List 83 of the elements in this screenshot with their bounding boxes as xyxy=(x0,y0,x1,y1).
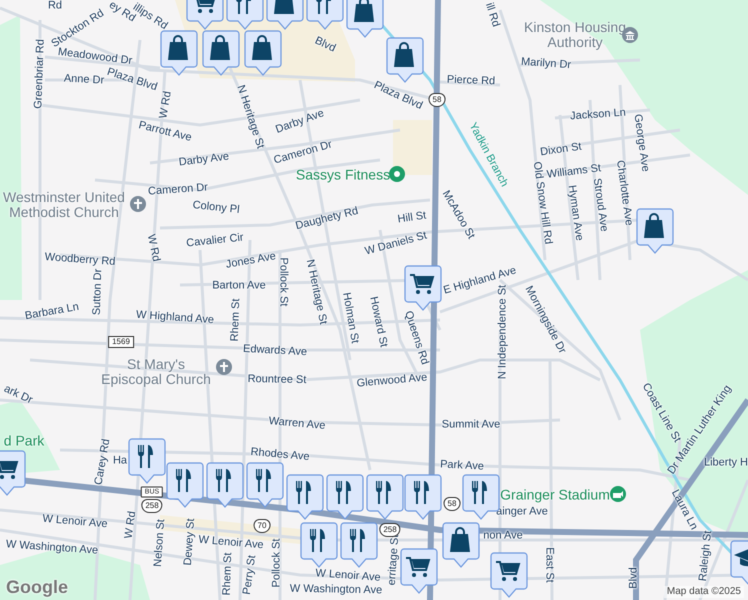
street-label: Darby Ave xyxy=(274,108,326,136)
street-label: Darby Ave xyxy=(178,151,230,169)
street-label: Rhodes Ave xyxy=(250,446,310,464)
street-label: Rountree St xyxy=(248,374,306,386)
street-label: W Lenoir Ave xyxy=(198,534,264,552)
street-label: W Daniels St xyxy=(364,230,428,258)
street-label: Hyman Ave xyxy=(566,184,584,242)
place-label: Grainger Stadium xyxy=(500,488,610,502)
route-shield: 258 xyxy=(141,499,163,513)
street-label: Carey Rd xyxy=(94,438,112,486)
street-label: ainger Ave xyxy=(496,506,548,518)
street-label: George Ave xyxy=(632,114,650,172)
street-label: W Lenoir Ave xyxy=(42,514,108,530)
street-label: Rd xyxy=(48,0,62,12)
street-label: ark Dr xyxy=(2,384,34,406)
street-label: East St xyxy=(544,547,554,583)
route-shield: 58 xyxy=(428,93,446,107)
street-label: Raleigh St xyxy=(698,530,714,582)
street-label: Cavalier Cir xyxy=(186,232,244,250)
street-label: W Rd xyxy=(124,510,138,540)
google-logo[interactable]: Google xyxy=(6,578,68,596)
street-label: Stroud Ave xyxy=(590,178,610,232)
street-label: W Washington Ave xyxy=(290,584,382,596)
street-label: N Independence St xyxy=(498,284,508,380)
route-shield: 58 xyxy=(444,497,460,511)
street-label: W Highland Ave xyxy=(136,310,214,326)
street-label: Summit Ave xyxy=(442,420,500,430)
street-label: Rhem St xyxy=(222,552,234,596)
street-label: Laura Ln xyxy=(668,488,700,532)
street-label: Cameron Dr xyxy=(272,139,334,167)
route-shield: 1569 xyxy=(108,336,134,348)
place-label: Westminster United Methodist Church xyxy=(3,190,125,220)
street-label: Barbara Ln xyxy=(24,302,80,322)
street-label: Charlotte Ave xyxy=(614,160,634,226)
street-label: W Rd xyxy=(144,233,162,263)
street-label: Blvd xyxy=(628,567,640,589)
place-label: St Mary's Episcopal Church xyxy=(101,356,211,386)
street-label: W Washington Ave xyxy=(6,539,98,557)
street-label: Barton Ave xyxy=(212,280,266,292)
street-label: Holman St xyxy=(340,292,360,344)
street-label: Woodberry Rd xyxy=(44,252,116,268)
street-label: Liberty H xyxy=(704,458,748,468)
street-label: Pollock St xyxy=(278,258,288,306)
street-label: Warren Ave xyxy=(268,416,326,432)
street-label: Anne Dr xyxy=(64,73,104,87)
street-label: Pierce Rd xyxy=(446,74,496,88)
street-label: Meadowood Dr xyxy=(57,47,133,67)
street-label: Daughety Rd xyxy=(294,206,360,232)
place-label: Sassys Fitness xyxy=(296,168,390,182)
street-label: Sutton Dr xyxy=(92,268,104,316)
place-label: Kinston Housing Authority xyxy=(524,20,626,50)
street-label: Howard St xyxy=(367,296,389,348)
street-label: Park Ave xyxy=(440,459,484,473)
street-label: N Heritage St xyxy=(234,84,266,150)
street-label: Colony Pl xyxy=(192,200,240,216)
map-attribution[interactable]: Map data ©2025 xyxy=(664,586,744,598)
street-label: Plaza Blvd xyxy=(106,66,158,94)
street-label: W Lenoir Ave xyxy=(315,568,381,584)
street-label: Blvd xyxy=(312,36,338,54)
street-label: N Heritage St xyxy=(304,258,328,326)
street-label: W Rd xyxy=(158,90,174,120)
street-label: Pollock St xyxy=(272,538,282,588)
street-label: non Ave xyxy=(483,530,523,542)
street-label: Dixon St xyxy=(540,142,582,158)
street-label: Greenbriar Rd xyxy=(33,38,47,110)
street-label: Ha xyxy=(112,456,128,466)
street-label: Marilyn Dr xyxy=(520,56,572,72)
street-label: ill Rd xyxy=(483,2,501,28)
street-label: Dewey St xyxy=(182,518,198,566)
street-label: Jackson Ln xyxy=(570,108,626,122)
street-label: Rhem St xyxy=(230,298,242,342)
street-label: Jones Ave xyxy=(225,251,277,271)
street-label: Glenwood Ave xyxy=(356,372,428,390)
street-label: Hill St xyxy=(397,210,427,226)
street-label: Nelson St xyxy=(152,518,168,568)
street-label: Parrott Ave xyxy=(137,120,193,144)
street-label: Edwards Ave xyxy=(242,344,308,358)
street-label: Cameron Dr xyxy=(148,182,208,198)
place-label: d Park xyxy=(4,434,44,448)
street-label: Plaza Blvd xyxy=(372,80,424,112)
route-shield: 70 xyxy=(254,519,270,533)
street-label: Queens Rd xyxy=(402,310,430,366)
street-label: Perry St xyxy=(242,554,258,596)
